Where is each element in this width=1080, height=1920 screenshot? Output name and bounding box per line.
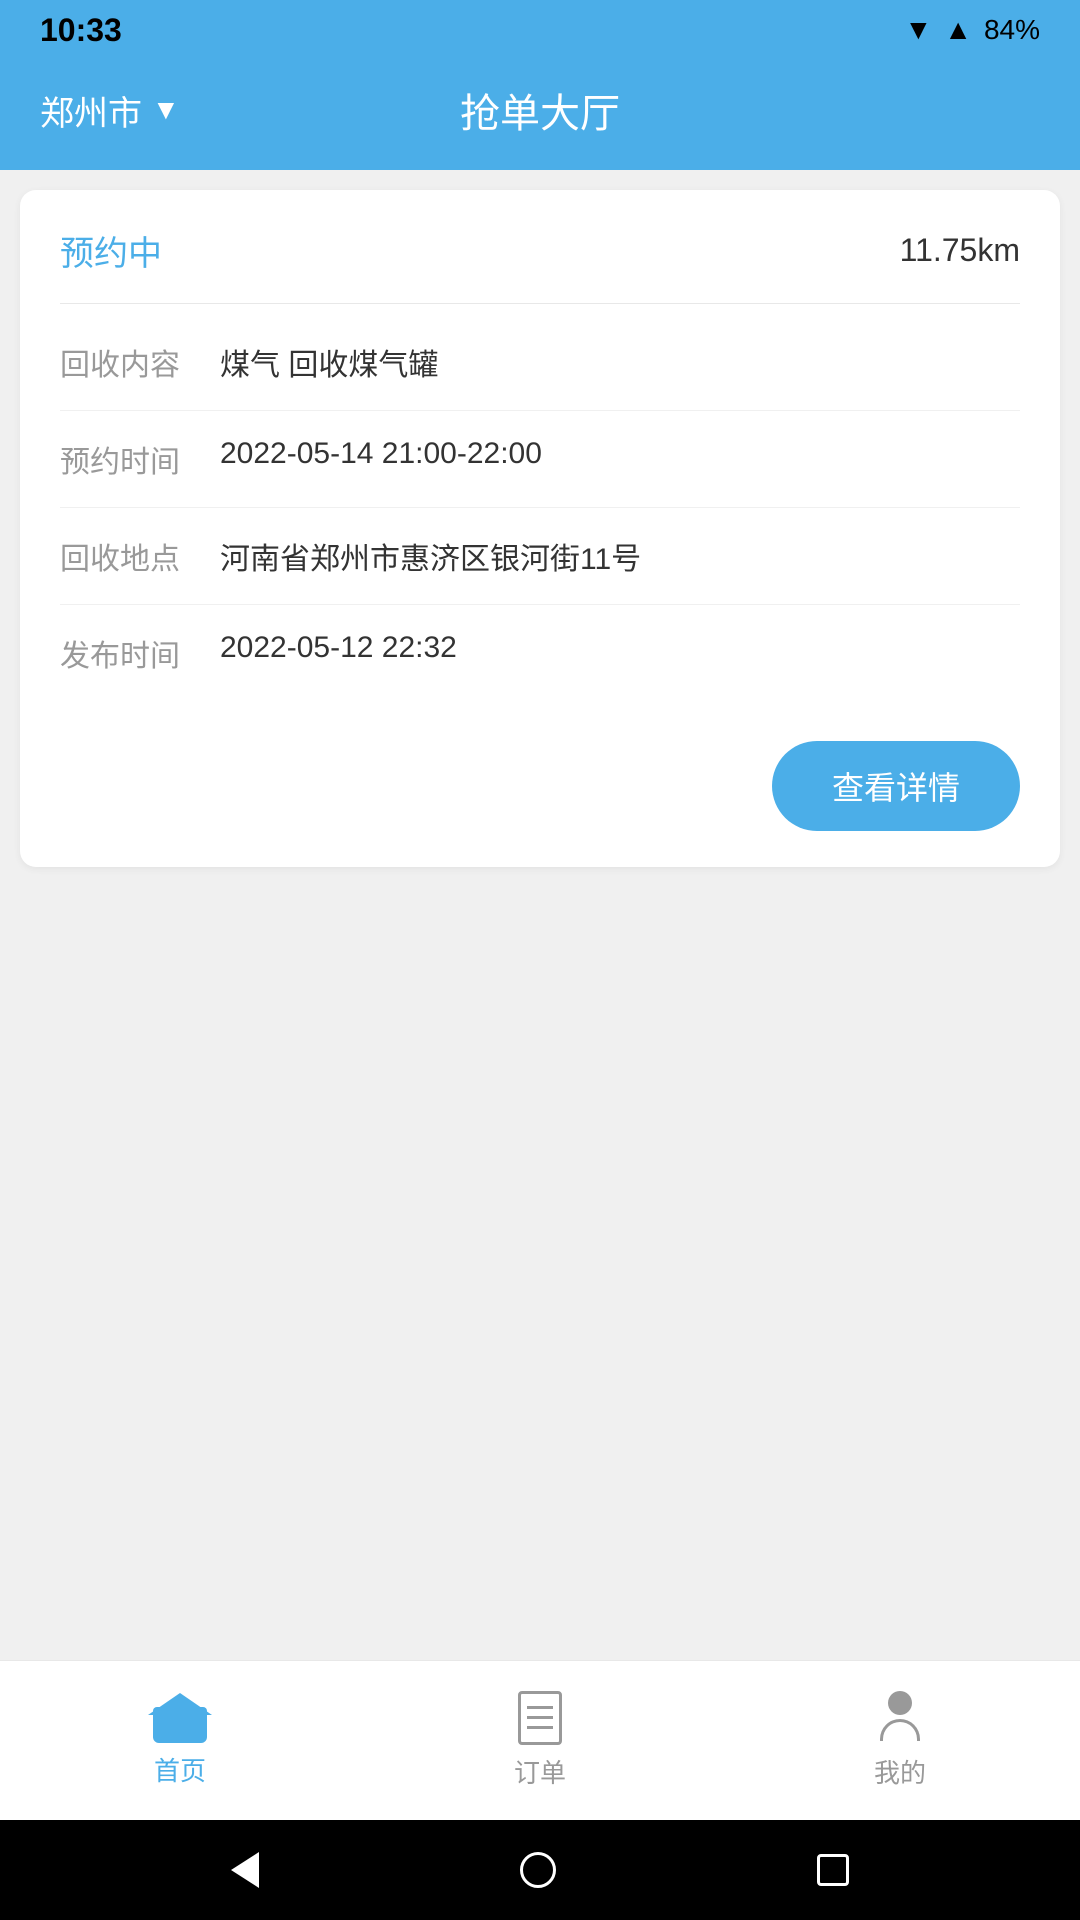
android-nav-bar (0, 1820, 1080, 1920)
appointment-time-row: 预约时间 2022-05-14 21:00-22:00 (60, 411, 1020, 508)
signal-icon: ▲ (944, 14, 972, 46)
wifi-icon: ▼ (905, 14, 933, 46)
recycle-content-value: 煤气 回收煤气罐 (220, 340, 1020, 384)
order-status: 预约中 (60, 226, 162, 275)
publish-time-value: 2022-05-12 22:32 (220, 631, 1020, 665)
profile-icon (876, 1691, 924, 1745)
recycle-location-value: 河南省郑州市惠济区银河街11号 (220, 534, 1020, 578)
recents-button[interactable] (817, 1854, 849, 1886)
order-card: 预约中 11.75km 回收内容 煤气 回收煤气罐 预约时间 2022-05-1… (20, 190, 1060, 867)
home-icon (153, 1693, 207, 1743)
nav-item-profile[interactable]: 我的 (720, 1691, 1080, 1790)
app-header: 郑州市 ▼ 抢单大厅 (0, 60, 1080, 170)
main-content: 预约中 11.75km 回收内容 煤气 回收煤气罐 预约时间 2022-05-1… (0, 170, 1080, 1660)
recycle-content-label: 回收内容 (60, 340, 220, 384)
order-distance: 11.75km (900, 232, 1020, 269)
person-head (888, 1691, 912, 1715)
nav-item-orders[interactable]: 订单 (360, 1691, 720, 1790)
status-time: 10:33 (40, 12, 122, 49)
recycle-location-row: 回收地点 河南省郑州市惠济区银河街11号 (60, 508, 1020, 605)
card-footer: 查看详情 (20, 721, 1060, 867)
home-nav-icon (520, 1852, 556, 1888)
person-body (880, 1719, 920, 1741)
city-name: 郑州市 (40, 86, 142, 135)
appointment-time-label: 预约时间 (60, 437, 220, 481)
status-bar: 10:33 ▼ ▲ 84% (0, 0, 1080, 60)
recycle-location-label: 回收地点 (60, 534, 220, 578)
back-icon (231, 1852, 259, 1888)
nav-label-home: 首页 (154, 1751, 206, 1788)
page-title: 抢单大厅 (460, 81, 620, 139)
nav-label-orders: 订单 (514, 1753, 566, 1790)
card-header: 预约中 11.75km (20, 190, 1060, 303)
bottom-navigation: 首页 订单 我的 (0, 1660, 1080, 1820)
nav-label-profile: 我的 (874, 1753, 926, 1790)
publish-time-row: 发布时间 2022-05-12 22:32 (60, 605, 1020, 701)
publish-time-label: 发布时间 (60, 631, 220, 675)
chevron-down-icon: ▼ (152, 94, 180, 126)
back-button[interactable] (231, 1852, 259, 1888)
status-icons: ▼ ▲ 84% (905, 14, 1040, 46)
home-button[interactable] (520, 1852, 556, 1888)
appointment-time-value: 2022-05-14 21:00-22:00 (220, 437, 1020, 471)
battery-icon: 84% (984, 14, 1040, 46)
recents-icon (817, 1854, 849, 1886)
city-selector[interactable]: 郑州市 ▼ (40, 86, 180, 135)
card-body: 回收内容 煤气 回收煤气罐 预约时间 2022-05-14 21:00-22:0… (20, 304, 1060, 721)
order-icon (518, 1691, 562, 1745)
view-detail-button[interactable]: 查看详情 (772, 741, 1020, 831)
nav-item-home[interactable]: 首页 (0, 1693, 360, 1788)
recycle-content-row: 回收内容 煤气 回收煤气罐 (60, 314, 1020, 411)
